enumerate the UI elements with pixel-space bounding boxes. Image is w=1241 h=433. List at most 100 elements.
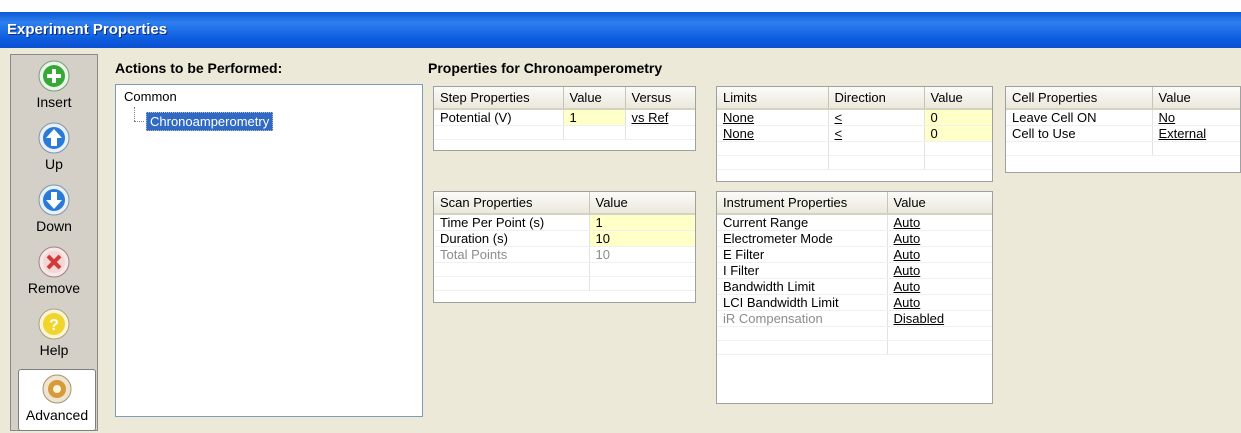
- arrow-up-icon: [38, 122, 70, 154]
- question-icon: ?: [38, 308, 70, 340]
- step-properties-header[interactable]: Step Properties: [434, 87, 564, 110]
- empty-cell: [434, 276, 590, 291]
- table-row: Duration (s) 10: [434, 230, 695, 247]
- up-button[interactable]: Up: [11, 119, 97, 179]
- empty-cell: [887, 340, 992, 355]
- table-row: Bandwidth Limit Auto: [717, 278, 992, 295]
- empty-cell: [625, 125, 695, 140]
- total-points-value: 10: [589, 246, 695, 263]
- value-header[interactable]: Value: [1152, 87, 1240, 110]
- table-row: None < 0: [717, 109, 992, 126]
- lci-bandwidth-limit-link[interactable]: Auto: [887, 294, 992, 311]
- table-row: None < 0: [717, 125, 992, 142]
- electrometer-mode-label: Electrometer Mode: [717, 230, 888, 247]
- down-label: Down: [36, 218, 72, 234]
- e-filter-link[interactable]: Auto: [887, 246, 992, 263]
- value-header[interactable]: Value: [924, 87, 992, 110]
- versus-header[interactable]: Versus: [625, 87, 695, 110]
- empty-cell: [563, 125, 626, 140]
- cell-to-use-link[interactable]: External: [1152, 125, 1240, 142]
- instrument-properties-header[interactable]: Instrument Properties: [717, 192, 888, 215]
- help-label: Help: [39, 342, 69, 358]
- step-properties-grid: Step Properties Value Versus Potential (…: [433, 86, 696, 151]
- table-row: Cell to Use External: [1006, 125, 1240, 142]
- i-filter-label: I Filter: [717, 262, 888, 279]
- lci-bandwidth-limit-label: LCI Bandwidth Limit: [717, 294, 888, 311]
- leave-cell-on-label: Leave Cell ON: [1006, 109, 1153, 126]
- limit-type-link[interactable]: None: [717, 125, 829, 142]
- empty-cell: [887, 326, 992, 341]
- empty-cell: [828, 141, 925, 156]
- instrument-properties-grid: Instrument Properties Value Current Rang…: [716, 191, 993, 404]
- table-row: Total Points 10: [434, 246, 695, 263]
- limit-type-link[interactable]: None: [717, 109, 829, 126]
- leave-cell-on-link[interactable]: No: [1152, 109, 1240, 126]
- limits-grid: Limits Direction Value None < 0 None < 0: [716, 86, 993, 182]
- gear-icon: [42, 374, 72, 404]
- value-header[interactable]: Value: [589, 192, 695, 215]
- actions-tree[interactable]: Common Chronoamperometry: [115, 84, 423, 417]
- current-range-label: Current Range: [717, 214, 888, 231]
- table-row: I Filter Auto: [717, 262, 992, 279]
- arrow-down-icon: [38, 184, 70, 216]
- table-row: Electrometer Mode Auto: [717, 230, 992, 247]
- value-header[interactable]: Value: [563, 87, 626, 110]
- limits-header[interactable]: Limits: [717, 87, 829, 110]
- table-row: Current Range Auto: [717, 214, 992, 231]
- empty-cell: [589, 262, 695, 277]
- up-label: Up: [45, 156, 63, 172]
- empty-cell: [717, 326, 888, 341]
- table-row: Potential (V) 1 vs Ref: [434, 109, 695, 126]
- x-icon: [38, 246, 70, 278]
- limit-value-cell[interactable]: 0: [924, 125, 992, 142]
- limit-value-cell[interactable]: 0: [924, 109, 992, 126]
- cell-properties-header[interactable]: Cell Properties: [1006, 87, 1153, 110]
- duration-cell[interactable]: 10: [589, 230, 695, 247]
- table-row: iR Compensation Disabled: [717, 310, 992, 327]
- total-points-label: Total Points: [434, 246, 590, 263]
- potential-value-cell[interactable]: 1: [563, 109, 626, 126]
- cell-properties-grid: Cell Properties Value Leave Cell ON No C…: [1005, 86, 1241, 173]
- direction-header[interactable]: Direction: [828, 87, 925, 110]
- tree-connector: [134, 107, 135, 121]
- empty-cell: [924, 155, 992, 170]
- direction-link[interactable]: <: [828, 109, 925, 126]
- empty-cell: [828, 155, 925, 170]
- table-row: Leave Cell ON No: [1006, 109, 1240, 126]
- time-per-point-cell[interactable]: 1: [589, 214, 695, 231]
- value-header[interactable]: Value: [887, 192, 992, 215]
- scan-properties-header[interactable]: Scan Properties: [434, 192, 590, 215]
- duration-label: Duration (s): [434, 230, 590, 247]
- table-row: E Filter Auto: [717, 246, 992, 263]
- advanced-label: Advanced: [25, 407, 89, 423]
- tree-connector: [134, 121, 144, 122]
- tree-item-common[interactable]: Common: [124, 89, 177, 104]
- table-row: LCI Bandwidth Limit Auto: [717, 294, 992, 311]
- empty-cell: [717, 340, 888, 355]
- current-range-link[interactable]: Auto: [887, 214, 992, 231]
- tree-item-chronoamperometry[interactable]: Chronoamperometry: [146, 112, 274, 131]
- down-button[interactable]: Down: [11, 181, 97, 241]
- window-title: Experiment Properties: [7, 21, 168, 38]
- empty-cell: [434, 262, 590, 277]
- remove-button[interactable]: Remove: [11, 243, 97, 303]
- empty-cell: [1006, 141, 1153, 156]
- plus-icon: [38, 60, 70, 92]
- insert-button[interactable]: Insert: [11, 57, 97, 117]
- empty-cell: [434, 125, 564, 140]
- cell-to-use-label: Cell to Use: [1006, 125, 1153, 142]
- electrometer-mode-link[interactable]: Auto: [887, 230, 992, 247]
- empty-cell: [924, 141, 992, 156]
- direction-link[interactable]: <: [828, 125, 925, 142]
- empty-cell: [717, 155, 829, 170]
- scan-properties-grid: Scan Properties Value Time Per Point (s)…: [433, 191, 696, 303]
- advanced-button[interactable]: Advanced: [18, 369, 96, 431]
- bandwidth-limit-link[interactable]: Auto: [887, 278, 992, 295]
- ir-compensation-link[interactable]: Disabled: [887, 310, 992, 327]
- remove-label: Remove: [27, 280, 81, 296]
- versus-link[interactable]: vs Ref: [625, 109, 695, 126]
- i-filter-link[interactable]: Auto: [887, 262, 992, 279]
- table-row: Time Per Point (s) 1: [434, 214, 695, 231]
- help-button[interactable]: ? Help: [11, 305, 97, 365]
- ir-compensation-label: iR Compensation: [717, 310, 888, 327]
